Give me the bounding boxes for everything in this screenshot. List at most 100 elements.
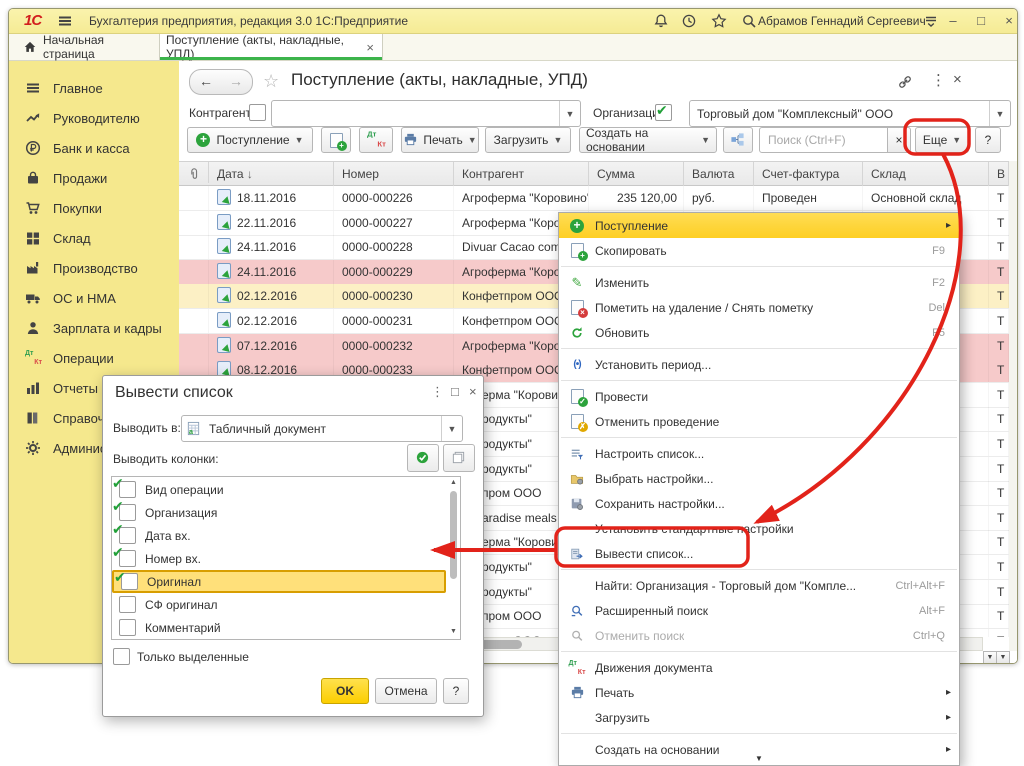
sidebar-item-9[interactable]: Зарплата и кадры: [9, 313, 179, 343]
menu-item-19[interactable]: Найти: Организация - Торговый дом "Компл…: [559, 573, 959, 598]
paperclip-icon[interactable]: [179, 162, 209, 183]
menu-item-10[interactable]: ✓Провести: [559, 384, 959, 409]
menu-item-24[interactable]: Печать▸: [559, 680, 959, 705]
close-window-button[interactable]: ×: [999, 12, 1018, 30]
column-checkbox[interactable]: [119, 527, 136, 544]
column-option[interactable]: Организация: [112, 501, 446, 524]
menu-item-14[interactable]: Выбрать настройки...: [559, 466, 959, 491]
sidebar-item-2[interactable]: Руководителю: [9, 103, 179, 133]
organization-filter-combo[interactable]: Торговый дом "Комплексный" ООО▼: [689, 100, 1011, 127]
column-option[interactable]: Оригинал: [112, 570, 446, 593]
scroll-end-button[interactable]: ▼: [983, 651, 997, 664]
output-type-combo[interactable]: a Табличный документ▼: [181, 415, 463, 442]
menu-item-13[interactable]: Настроить список...: [559, 441, 959, 466]
current-user[interactable]: Абрамов Геннадий Сергеевич: [758, 14, 926, 28]
column-checkbox[interactable]: [121, 573, 138, 590]
clear-search-button[interactable]: ×: [887, 127, 911, 153]
column-checkbox[interactable]: [119, 481, 136, 498]
dialog-maximize-icon[interactable]: □: [451, 384, 459, 399]
sidebar-item-10[interactable]: ДтКтОперации: [9, 343, 179, 373]
nav-back-button[interactable]: ←: [189, 69, 223, 95]
related-documents-button[interactable]: [723, 127, 753, 153]
column-checkbox[interactable]: [119, 550, 136, 567]
print-button[interactable]: Печать▼: [401, 127, 479, 153]
menu-item-1[interactable]: +Поступление▸: [559, 213, 959, 238]
more-options-icon[interactable]: ⋮: [931, 71, 946, 89]
nav-forward-button[interactable]: →: [220, 69, 253, 95]
menu-item-23[interactable]: ДтКтДвижения документа: [559, 655, 959, 680]
menu-item-8[interactable]: (•)Установить период...: [559, 352, 959, 377]
scroll-down-icon[interactable]: ▼: [450, 628, 457, 635]
column-header-contragent[interactable]: Контрагент: [454, 162, 589, 186]
contragent-filter-combo[interactable]: ▼: [271, 100, 581, 127]
menu-item-5[interactable]: ×Пометить на удаление / Снять пометкуDel: [559, 295, 959, 320]
column-header-sum[interactable]: Сумма: [589, 162, 684, 186]
main-menu-icon[interactable]: [57, 13, 73, 29]
list-scrollbar[interactable]: ▲▼: [448, 477, 459, 637]
tab-home[interactable]: Начальная страница: [13, 34, 159, 60]
dialog-more-icon[interactable]: ⋮: [431, 384, 444, 400]
scroll-end-button-2[interactable]: ▼: [996, 651, 1010, 664]
tab-receipts[interactable]: Поступление (акты, накладные, УПД)×: [159, 34, 383, 60]
check-all-button[interactable]: [407, 444, 439, 472]
menu-item-17[interactable]: Вывести список...: [559, 541, 959, 566]
sidebar-item-3[interactable]: Банк и касса: [9, 133, 179, 163]
favorites-star-icon[interactable]: [711, 13, 727, 29]
column-checkbox[interactable]: [119, 619, 136, 636]
tab-close-icon[interactable]: ×: [366, 40, 374, 55]
search-icon[interactable]: [741, 13, 757, 29]
column-checkbox[interactable]: [119, 504, 136, 521]
menu-item-16[interactable]: Установить стандартные настройки: [559, 516, 959, 541]
column-option[interactable]: Вид операции: [112, 478, 446, 501]
column-option[interactable]: СФ оригинал: [112, 593, 446, 616]
notifications-bell-icon[interactable]: [653, 13, 669, 29]
ok-button[interactable]: OK: [321, 678, 369, 704]
create-based-on-button[interactable]: Создать на основании▼: [579, 127, 717, 153]
column-option[interactable]: Дата вх.: [112, 524, 446, 547]
sidebar-item-6[interactable]: Склад: [9, 223, 179, 253]
vertical-scrollbar[interactable]: [1009, 161, 1017, 651]
sidebar-item-7[interactable]: Производство: [9, 253, 179, 283]
menu-item-4[interactable]: ✎ИзменитьF2: [559, 270, 959, 295]
close-form-icon[interactable]: ×: [953, 71, 962, 88]
load-button[interactable]: Загрузить▼: [485, 127, 571, 153]
sidebar-item-1[interactable]: Главное: [9, 73, 179, 103]
cancel-button[interactable]: Отмена: [375, 678, 437, 704]
dialog-help-button[interactable]: ?: [443, 678, 469, 704]
menu-item-2[interactable]: +СкопироватьF9: [559, 238, 959, 263]
column-header-warehouse[interactable]: Склад: [863, 162, 989, 186]
menu-item-15[interactable]: Сохранить настройки...: [559, 491, 959, 516]
sidebar-item-4[interactable]: Продажи: [9, 163, 179, 193]
column-checkbox[interactable]: [119, 596, 136, 613]
menu-item-25[interactable]: Загрузить▸: [559, 705, 959, 730]
menu-item-20[interactable]: Расширенный поискAlt+F: [559, 598, 959, 623]
column-option[interactable]: Номер вх.: [112, 547, 446, 570]
selected-only-checkbox[interactable]: [113, 648, 130, 665]
column-header-invoice[interactable]: Счет-фактура: [754, 162, 863, 186]
help-button[interactable]: ?: [975, 127, 1001, 153]
uncheck-all-button[interactable]: [443, 444, 475, 472]
get-link-icon[interactable]: [897, 74, 913, 90]
column-option[interactable]: Комментарий: [112, 616, 446, 639]
table-row[interactable]: 18.11.20160000-000226Агроферма "Коровино…: [179, 186, 1009, 211]
create-receipt-button[interactable]: + Поступление▼: [187, 127, 313, 153]
service-menu-icon[interactable]: [923, 13, 939, 29]
search-input[interactable]: [766, 132, 888, 148]
column-header-num[interactable]: Номер: [334, 162, 454, 186]
organization-filter-checkbox[interactable]: [655, 104, 672, 121]
column-header-date[interactable]: Дата ↓: [209, 162, 334, 186]
contragent-filter-checkbox[interactable]: [249, 104, 266, 121]
dialog-close-icon[interactable]: ×: [469, 384, 477, 399]
sidebar-item-8[interactable]: ОС и НМА: [9, 283, 179, 313]
column-header-currency[interactable]: Валюта: [684, 162, 754, 186]
favorite-star-icon[interactable]: ☆: [263, 71, 279, 92]
menu-item-21[interactable]: Отменить поискCtrl+Q: [559, 623, 959, 648]
menu-item-11[interactable]: ✗Отменить проведение: [559, 409, 959, 434]
minimize-button[interactable]: –: [943, 12, 963, 30]
scroll-up-icon[interactable]: ▲: [450, 479, 457, 486]
menu-item-6[interactable]: ОбновитьF5: [559, 320, 959, 345]
maximize-button[interactable]: □: [971, 12, 991, 30]
dt-kt-button[interactable]: ДтКт: [359, 127, 393, 153]
list-scroll-thumb[interactable]: [450, 491, 457, 579]
sidebar-item-5[interactable]: Покупки: [9, 193, 179, 223]
